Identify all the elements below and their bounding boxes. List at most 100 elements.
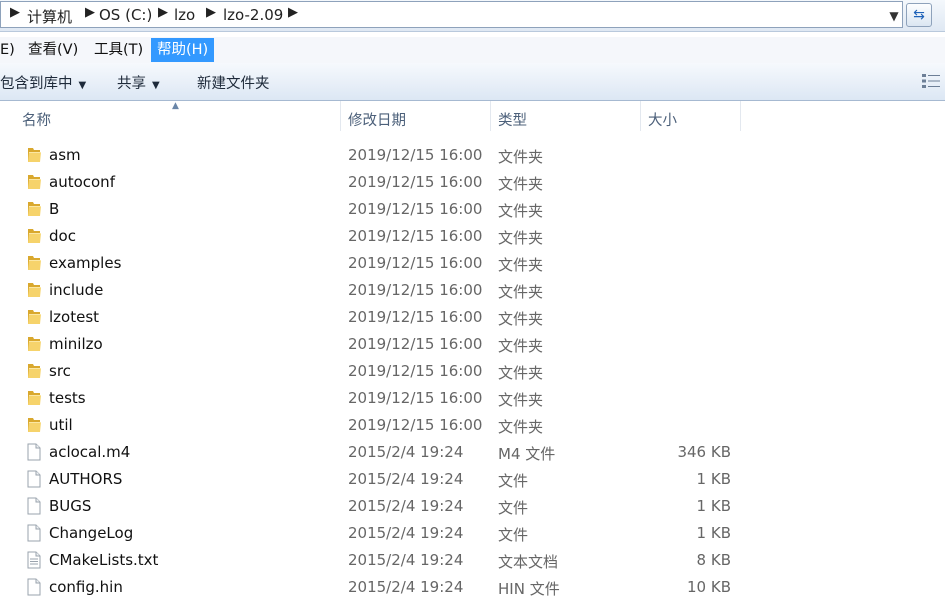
file-name: examples [49, 254, 122, 272]
folder-icon [25, 281, 42, 299]
file-row[interactable]: examples 2019/12/15 16:00 文件夹 [0, 250, 945, 277]
file-row[interactable]: aclocal.m4 2015/2/4 19:24 M4 文件 346 KB [0, 439, 945, 466]
file-type: 文件夹 [498, 283, 544, 301]
file-row[interactable]: doc 2019/12/15 16:00 文件夹 [0, 223, 945, 250]
refresh-button[interactable]: ⇆ [906, 3, 932, 27]
file-icon [25, 470, 42, 488]
file-row[interactable]: autoconf 2019/12/15 16:00 文件夹 [0, 169, 945, 196]
file-icon [25, 443, 42, 461]
file-size: 1 KB [696, 470, 731, 488]
folder-icon [25, 389, 42, 407]
folder-icon [25, 335, 42, 353]
text-file-icon [25, 551, 42, 569]
column-date[interactable]: 修改日期 [348, 109, 406, 130]
refresh-icon: ⇆ [913, 7, 925, 23]
breadcrumb-arrow-icon[interactable]: ▶ [288, 5, 298, 20]
menu-tools[interactable]: 工具(T) [94, 40, 143, 60]
file-name: asm [49, 146, 81, 164]
file-row[interactable]: include 2019/12/15 16:00 文件夹 [0, 277, 945, 304]
share-label: 共享 [117, 76, 146, 92]
file-date: 2019/12/15 16:00 [348, 173, 483, 191]
file-date: 2019/12/15 16:00 [348, 227, 483, 245]
folder-icon [25, 308, 42, 326]
include-in-library-button[interactable]: 包含到库中 ▼ [0, 72, 86, 93]
file-row[interactable]: BUGS 2015/2/4 19:24 文件 1 KB [0, 493, 945, 520]
file-list: asm 2019/12/15 16:00 文件夹 autoconf 2019/12/15… [0, 142, 945, 601]
file-name: BUGS [49, 497, 92, 515]
file-type: HIN 文件 [498, 580, 560, 598]
folder-icon [25, 362, 42, 380]
file-type: 文件夹 [498, 229, 544, 247]
column-size[interactable]: 大小 [648, 109, 677, 130]
file-date: 2015/2/4 19:24 [348, 497, 464, 515]
file-date: 2019/12/15 16:00 [348, 362, 483, 380]
breadcrumb-arrow-icon[interactable]: ▶ [158, 5, 168, 20]
file-name: aclocal.m4 [49, 443, 131, 461]
file-type: 文件夹 [498, 418, 544, 436]
breadcrumb-lzo-2-09[interactable]: lzo-2.09 [223, 6, 283, 24]
file-icon [25, 578, 42, 596]
chevron-down-icon[interactable]: ▼ [885, 6, 903, 26]
breadcrumb-lzo[interactable]: lzo [174, 6, 195, 24]
share-button[interactable]: 共享 ▼ [117, 72, 160, 93]
file-date: 2015/2/4 19:24 [348, 443, 464, 461]
file-type: 文件夹 [498, 337, 544, 355]
file-row[interactable]: B 2019/12/15 16:00 文件夹 [0, 196, 945, 223]
menu-edit[interactable]: E) [0, 40, 15, 60]
file-date: 2015/2/4 19:24 [348, 470, 464, 488]
menu-view[interactable]: 查看(V) [28, 40, 78, 60]
breadcrumb-computer[interactable]: 计算机 [27, 6, 72, 27]
file-date: 2019/12/15 16:00 [348, 281, 483, 299]
file-type: 文件夹 [498, 148, 544, 166]
column-header: ▲ 名称 修改日期 类型 大小 [0, 101, 945, 131]
file-name: include [49, 281, 104, 299]
file-row[interactable]: ChangeLog 2015/2/4 19:24 文件 1 KB [0, 520, 945, 547]
file-row[interactable]: AUTHORS 2015/2/4 19:24 文件 1 KB [0, 466, 945, 493]
file-row[interactable]: CMakeLists.txt 2015/2/4 19:24 文本文档 8 KB [0, 547, 945, 574]
view-options-icon[interactable] [921, 72, 941, 90]
caret-down-icon: ▼ [78, 80, 87, 91]
file-date: 2019/12/15 16:00 [348, 200, 483, 218]
address-field[interactable]: ▶ 计算机 ▶ OS (C:) ▶ lzo ▶ lzo-2.09 ▶ ▼ [0, 1, 903, 28]
file-date: 2019/12/15 16:00 [348, 416, 483, 434]
breadcrumb-drive[interactable]: OS (C:) [99, 6, 152, 24]
file-name: doc [49, 227, 76, 245]
new-folder-button[interactable]: 新建文件夹 [197, 72, 270, 93]
menu-help[interactable]: 帮助(H) [151, 38, 215, 62]
folder-icon [25, 227, 42, 245]
breadcrumb-arrow-icon[interactable]: ▶ [85, 5, 95, 20]
file-name: minilzo [49, 335, 103, 353]
breadcrumb-arrow-icon[interactable]: ▶ [206, 5, 216, 20]
file-name: CMakeLists.txt [49, 551, 159, 569]
file-name: util [49, 416, 73, 434]
file-name: AUTHORS [49, 470, 123, 488]
column-divider[interactable] [640, 101, 641, 131]
file-size: 1 KB [696, 497, 731, 515]
column-divider[interactable] [740, 101, 741, 131]
folder-icon [25, 254, 42, 272]
column-divider[interactable] [490, 101, 491, 131]
file-date: 2015/2/4 19:24 [348, 578, 464, 596]
file-type: 文件夹 [498, 175, 544, 193]
column-divider[interactable] [340, 101, 341, 131]
file-row[interactable]: config.hin 2015/2/4 19:24 HIN 文件 10 KB [0, 574, 945, 601]
file-row[interactable]: asm 2019/12/15 16:00 文件夹 [0, 142, 945, 169]
file-name: autoconf [49, 173, 115, 191]
file-date: 2019/12/15 16:00 [348, 146, 483, 164]
file-name: tests [49, 389, 86, 407]
file-row[interactable]: util 2019/12/15 16:00 文件夹 [0, 412, 945, 439]
breadcrumb-arrow-icon[interactable]: ▶ [10, 5, 20, 20]
column-name[interactable]: 名称 [22, 109, 51, 130]
command-bar: 包含到库中 ▼ 共享 ▼ 新建文件夹 [0, 63, 945, 101]
file-type: 文件夹 [498, 256, 544, 274]
file-row[interactable]: src 2019/12/15 16:00 文件夹 [0, 358, 945, 385]
file-date: 2015/2/4 19:24 [348, 524, 464, 542]
file-type: 文件夹 [498, 202, 544, 220]
folder-icon [25, 200, 42, 218]
column-type[interactable]: 类型 [498, 109, 527, 130]
file-row[interactable]: lzotest 2019/12/15 16:00 文件夹 [0, 304, 945, 331]
file-row[interactable]: tests 2019/12/15 16:00 文件夹 [0, 385, 945, 412]
folder-icon [25, 416, 42, 434]
file-row[interactable]: minilzo 2019/12/15 16:00 文件夹 [0, 331, 945, 358]
file-date: 2015/2/4 19:24 [348, 551, 464, 569]
